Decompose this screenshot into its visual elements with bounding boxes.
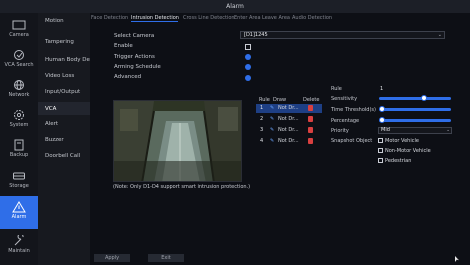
tab-audio-detection[interactable]: Audio Detection — [292, 15, 332, 21]
submenu-buzzer[interactable]: Buzzer — [45, 137, 64, 143]
main-panel: Face Detection Intrusion Detection Cross… — [90, 13, 470, 265]
gear-icon — [14, 110, 24, 120]
pencil-icon[interactable]: ✎ — [270, 127, 274, 133]
rule-row[interactable]: 1 ✎ Not Dr... — [256, 104, 322, 113]
trigger-actions-label: Trigger Actions — [114, 54, 155, 60]
enable-checkbox[interactable] — [245, 44, 251, 50]
snapshot-motor-vehicle[interactable]: Motor Vehicle — [378, 138, 419, 144]
nav-storage[interactable]: Storage — [0, 168, 38, 195]
time-threshold-slider-knob[interactable] — [379, 106, 385, 112]
rule-row[interactable]: 3 ✎ Not Dr... — [256, 126, 322, 135]
nav-vca-search[interactable]: VCA Search — [0, 47, 38, 74]
delete-icon[interactable] — [308, 138, 313, 144]
delete-icon[interactable] — [308, 127, 313, 133]
submenu-vca[interactable]: VCA — [45, 106, 56, 112]
camera-preview-image — [114, 101, 241, 181]
time-threshold-slider[interactable] — [379, 106, 451, 112]
active-tab-underline — [131, 21, 178, 22]
primary-nav: Camera VCA Search Network System Backup … — [0, 13, 38, 265]
rule-header: Rule — [259, 97, 270, 103]
nav-network[interactable]: Network — [0, 77, 38, 104]
chevron-down-icon: ⌄ — [446, 128, 450, 133]
trigger-actions-gear-icon[interactable] — [245, 54, 251, 60]
nav-alarm[interactable]: Alarm — [0, 196, 38, 229]
delete-header: Delete — [303, 97, 320, 103]
rule-label: Rule — [331, 86, 342, 92]
draw-header: Draw — [273, 97, 287, 103]
snapshot-pedestrian[interactable]: Pedestrian — [378, 158, 411, 164]
submenu-motion[interactable]: Motion — [45, 18, 64, 24]
rule-row[interactable]: 2 ✎ Not Dr... — [256, 115, 322, 124]
submenu-alert[interactable]: Alert — [45, 121, 58, 127]
nav-system[interactable]: System — [0, 107, 38, 134]
rule-value: 1 — [380, 86, 384, 92]
pencil-icon[interactable]: ✎ — [270, 105, 274, 111]
submenu-doorbell-call[interactable]: Doorbell Call — [45, 153, 80, 159]
vca-search-icon — [14, 50, 24, 60]
delete-icon[interactable] — [308, 105, 313, 111]
tab-face-detection[interactable]: Face Detection — [91, 15, 128, 21]
percentage-slider-knob[interactable] — [379, 117, 385, 123]
checkbox[interactable] — [378, 138, 383, 143]
vca-tabs: Face Detection Intrusion Detection Cross… — [90, 13, 470, 22]
submenu-tampering[interactable]: Tampering — [45, 39, 74, 45]
backup-icon — [14, 139, 24, 151]
storage-icon — [13, 172, 25, 180]
tab-leave-area[interactable]: Leave Area — [262, 15, 290, 21]
wrench-icon — [14, 235, 24, 246]
time-threshold-label: Time Threshold(s) — [331, 107, 376, 113]
nav-maintain[interactable]: Maintain — [0, 233, 38, 260]
pencil-icon[interactable]: ✎ — [270, 138, 274, 144]
rule-row[interactable]: 4 ✎ Not Dr... — [256, 137, 322, 146]
select-camera-label: Select Camera — [114, 33, 155, 39]
advanced-gear-icon[interactable] — [245, 75, 251, 81]
camera-icon — [12, 20, 26, 30]
priority-select[interactable]: Mid ⌄ — [378, 127, 452, 134]
sensitivity-slider-knob[interactable] — [420, 95, 427, 101]
nav-backup[interactable]: Backup — [0, 137, 38, 164]
camera-preview[interactable] — [113, 100, 242, 182]
snapshot-object-label: Snapshot Object — [331, 138, 373, 144]
percentage-label: Percentage — [331, 118, 360, 124]
enable-label: Enable — [114, 43, 133, 49]
arming-schedule-label: Arming Schedule — [114, 64, 161, 70]
delete-icon[interactable] — [308, 116, 313, 122]
percentage-slider[interactable] — [379, 117, 451, 123]
tab-enter-area[interactable]: Enter Area — [234, 15, 261, 21]
priority-label: Priority — [331, 128, 349, 134]
camera-select[interactable]: [D1]1245 ⌄ — [240, 31, 445, 39]
checkbox[interactable] — [378, 158, 383, 163]
advanced-label: Advanced — [114, 74, 142, 80]
window-title: Alarm — [0, 0, 470, 13]
checkbox[interactable] — [378, 148, 383, 153]
sensitivity-slider[interactable] — [379, 95, 451, 101]
apply-button[interactable]: Apply — [94, 254, 130, 262]
exit-button[interactable]: Exit — [148, 254, 184, 262]
pencil-icon[interactable]: ✎ — [270, 116, 274, 122]
support-note: (Note: Only D1-D4 support smart intrusio… — [113, 184, 251, 190]
alarm-icon — [12, 201, 26, 213]
globe-icon — [14, 80, 24, 90]
snapshot-non-motor-vehicle[interactable]: Non-Motor Vehicle — [378, 148, 431, 154]
submenu-video-loss[interactable]: Video Loss — [45, 73, 74, 79]
sensitivity-label: Sensitivity — [331, 96, 358, 102]
nav-camera[interactable]: Camera — [0, 17, 38, 44]
arming-schedule-gear-icon[interactable] — [245, 64, 251, 70]
submenu-input-output[interactable]: Input/Output — [45, 89, 80, 95]
tab-cross-line-detection[interactable]: Cross Line Detection — [183, 15, 235, 21]
chevron-down-icon: ⌄ — [437, 32, 442, 38]
